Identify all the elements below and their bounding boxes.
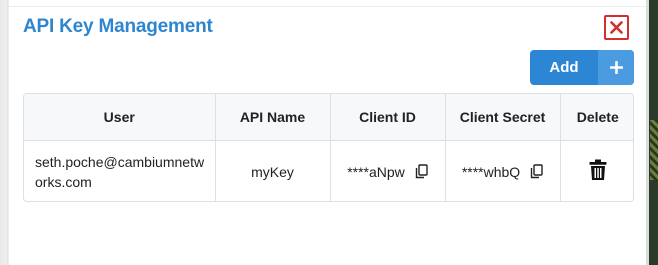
table-row: seth.poche@cambiumnetworks.com myKey ***…: [24, 140, 633, 202]
client-secret-cell: ****whbQ: [445, 140, 561, 201]
column-header-api-name[interactable]: API Name: [215, 94, 331, 141]
api-keys-table: User API Name Client ID Client Secret De…: [23, 93, 634, 202]
trash-icon[interactable]: [589, 159, 607, 181]
api-key-management-dialog: API Key Management Add User API Name Cli…: [9, 7, 646, 265]
copy-icon[interactable]: [415, 164, 428, 179]
add-button-label: Add: [549, 59, 579, 76]
close-button[interactable]: [604, 15, 629, 40]
background-page-edge: [0, 0, 9, 265]
delete-cell: [560, 141, 633, 202]
client-id-cell: ****aNpw: [330, 140, 446, 201]
background-map-edge: [646, 0, 658, 265]
client-id-value: ****aNpw: [347, 163, 405, 180]
plus-icon: [609, 61, 623, 74]
client-secret-value: ****whbQ: [461, 163, 521, 180]
close-icon: [610, 21, 623, 34]
api-name-cell: myKey: [215, 140, 331, 201]
table-header-row: User API Name Client ID Client Secret De…: [24, 94, 633, 141]
column-header-client-secret[interactable]: Client Secret: [445, 94, 561, 141]
column-header-client-id[interactable]: Client ID: [330, 94, 446, 141]
dialog-title: API Key Management: [23, 16, 213, 37]
add-button[interactable]: Add: [530, 50, 634, 85]
add-plus-area: [598, 50, 634, 85]
column-header-user[interactable]: User: [24, 94, 216, 141]
copy-icon[interactable]: [530, 164, 543, 179]
user-cell: seth.poche@cambiumnetworks.com: [24, 140, 216, 201]
column-header-delete[interactable]: Delete: [560, 94, 633, 141]
